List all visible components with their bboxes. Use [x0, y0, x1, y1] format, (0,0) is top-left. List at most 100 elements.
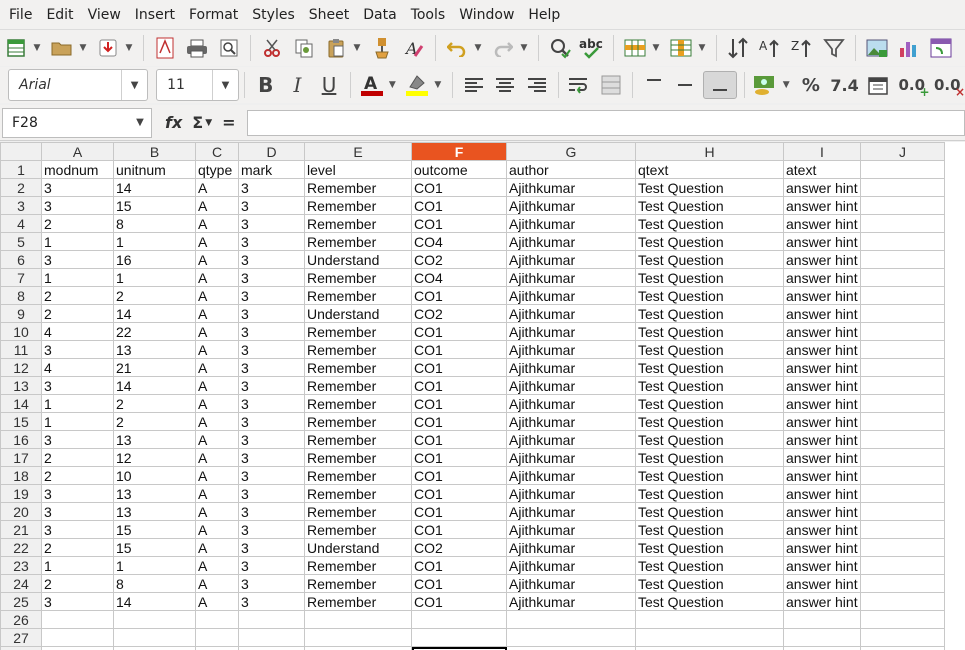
cell[interactable]: CO1: [411, 466, 507, 485]
cell[interactable]: CO4: [411, 268, 507, 287]
cell[interactable]: 14: [113, 178, 196, 197]
clear-formatting-icon[interactable]: A: [400, 34, 428, 62]
cell[interactable]: CO1: [411, 592, 507, 611]
cell[interactable]: CO1: [411, 286, 507, 305]
select-all-corner[interactable]: [0, 142, 42, 161]
cell[interactable]: [860, 448, 945, 467]
cell[interactable]: Ajithkumar: [506, 304, 636, 323]
cell[interactable]: A: [195, 340, 239, 359]
cell[interactable]: Ajithkumar: [506, 412, 636, 431]
cell[interactable]: 8: [113, 214, 196, 233]
cell[interactable]: 1: [113, 268, 196, 287]
highlight-color-icon[interactable]: [403, 71, 431, 99]
row-header[interactable]: 7: [0, 268, 42, 287]
currency-dropdown-icon[interactable]: ▼: [781, 71, 791, 99]
cell[interactable]: [238, 610, 305, 629]
cell[interactable]: CO1: [411, 322, 507, 341]
cell[interactable]: 3: [238, 484, 305, 503]
row-header[interactable]: 14: [0, 394, 42, 413]
cell[interactable]: Remember: [304, 340, 412, 359]
open-folder-icon[interactable]: [48, 34, 76, 62]
cell[interactable]: A: [195, 268, 239, 287]
cell[interactable]: 1: [113, 232, 196, 251]
cell[interactable]: Test Question: [635, 484, 784, 503]
currency-format-icon[interactable]: [752, 71, 780, 99]
cell[interactable]: [635, 646, 784, 650]
cell[interactable]: Remember: [304, 178, 412, 197]
cell[interactable]: answer hint: [783, 268, 861, 287]
align-middle-icon[interactable]: [671, 71, 699, 99]
paste-icon[interactable]: [322, 34, 350, 62]
cell[interactable]: Remember: [304, 520, 412, 539]
cell[interactable]: 10: [113, 466, 196, 485]
cell[interactable]: atext: [783, 160, 861, 179]
cell[interactable]: CO4: [411, 232, 507, 251]
cell[interactable]: Ajithkumar: [506, 466, 636, 485]
menu-view[interactable]: View: [81, 0, 128, 30]
cell[interactable]: Ajithkumar: [506, 322, 636, 341]
cell[interactable]: answer hint: [783, 250, 861, 269]
cell[interactable]: answer hint: [783, 232, 861, 251]
cell[interactable]: Test Question: [635, 286, 784, 305]
cell[interactable]: CO1: [411, 430, 507, 449]
chevron-down-icon[interactable]: ▼: [129, 117, 151, 128]
cell[interactable]: outcome: [411, 160, 507, 179]
cell[interactable]: [304, 646, 412, 650]
cell[interactable]: Remember: [304, 556, 412, 575]
cell[interactable]: [860, 178, 945, 197]
cell[interactable]: 3: [238, 412, 305, 431]
function-wizard-icon[interactable]: fx: [165, 113, 182, 132]
cell[interactable]: [860, 160, 945, 179]
cell[interactable]: [860, 232, 945, 251]
cell[interactable]: Remember: [304, 376, 412, 395]
cell[interactable]: 15: [113, 538, 196, 557]
number-format-icon[interactable]: 7.4: [829, 71, 861, 99]
cell[interactable]: 4: [41, 358, 114, 377]
menu-file[interactable]: File: [2, 0, 39, 30]
row-header[interactable]: 10: [0, 322, 42, 341]
cell[interactable]: 14: [113, 304, 196, 323]
autofilter-icon[interactable]: [820, 34, 848, 62]
menu-tools[interactable]: Tools: [404, 0, 453, 30]
cell[interactable]: Ajithkumar: [506, 286, 636, 305]
row-header[interactable]: 13: [0, 376, 42, 395]
row-header[interactable]: 12: [0, 358, 42, 377]
cell[interactable]: [238, 628, 305, 647]
cell[interactable]: Test Question: [635, 178, 784, 197]
cell[interactable]: 3: [238, 376, 305, 395]
cut-icon[interactable]: [258, 34, 286, 62]
cell[interactable]: Understand: [304, 250, 412, 269]
cell[interactable]: [860, 484, 945, 503]
cell[interactable]: [411, 628, 507, 647]
cell[interactable]: 3: [238, 448, 305, 467]
cell[interactable]: [506, 628, 636, 647]
cell[interactable]: Ajithkumar: [506, 232, 636, 251]
cell[interactable]: [113, 646, 196, 650]
cell[interactable]: CO1: [411, 574, 507, 593]
cell[interactable]: 1: [41, 556, 114, 575]
align-bottom-icon[interactable]: [703, 71, 737, 99]
cell[interactable]: answer hint: [783, 448, 861, 467]
cell[interactable]: A: [195, 250, 239, 269]
cell[interactable]: A: [195, 574, 239, 593]
cell[interactable]: [195, 610, 239, 629]
cell[interactable]: [860, 394, 945, 413]
cell[interactable]: [860, 358, 945, 377]
cell[interactable]: 3: [238, 592, 305, 611]
cell[interactable]: CO1: [411, 178, 507, 197]
cell[interactable]: Test Question: [635, 574, 784, 593]
cell[interactable]: CO2: [411, 538, 507, 557]
cell[interactable]: A: [195, 178, 239, 197]
cell[interactable]: A: [195, 358, 239, 377]
cell[interactable]: [304, 610, 412, 629]
cell[interactable]: qtype: [195, 160, 239, 179]
merge-cells-icon[interactable]: [597, 71, 625, 99]
sort-ascending-icon[interactable]: A: [756, 34, 784, 62]
cell[interactable]: Test Question: [635, 430, 784, 449]
cell[interactable]: Test Question: [635, 214, 784, 233]
cell[interactable]: [860, 196, 945, 215]
cell[interactable]: answer hint: [783, 394, 861, 413]
cell[interactable]: [783, 646, 861, 650]
cell[interactable]: A: [195, 592, 239, 611]
cell[interactable]: A: [195, 448, 239, 467]
